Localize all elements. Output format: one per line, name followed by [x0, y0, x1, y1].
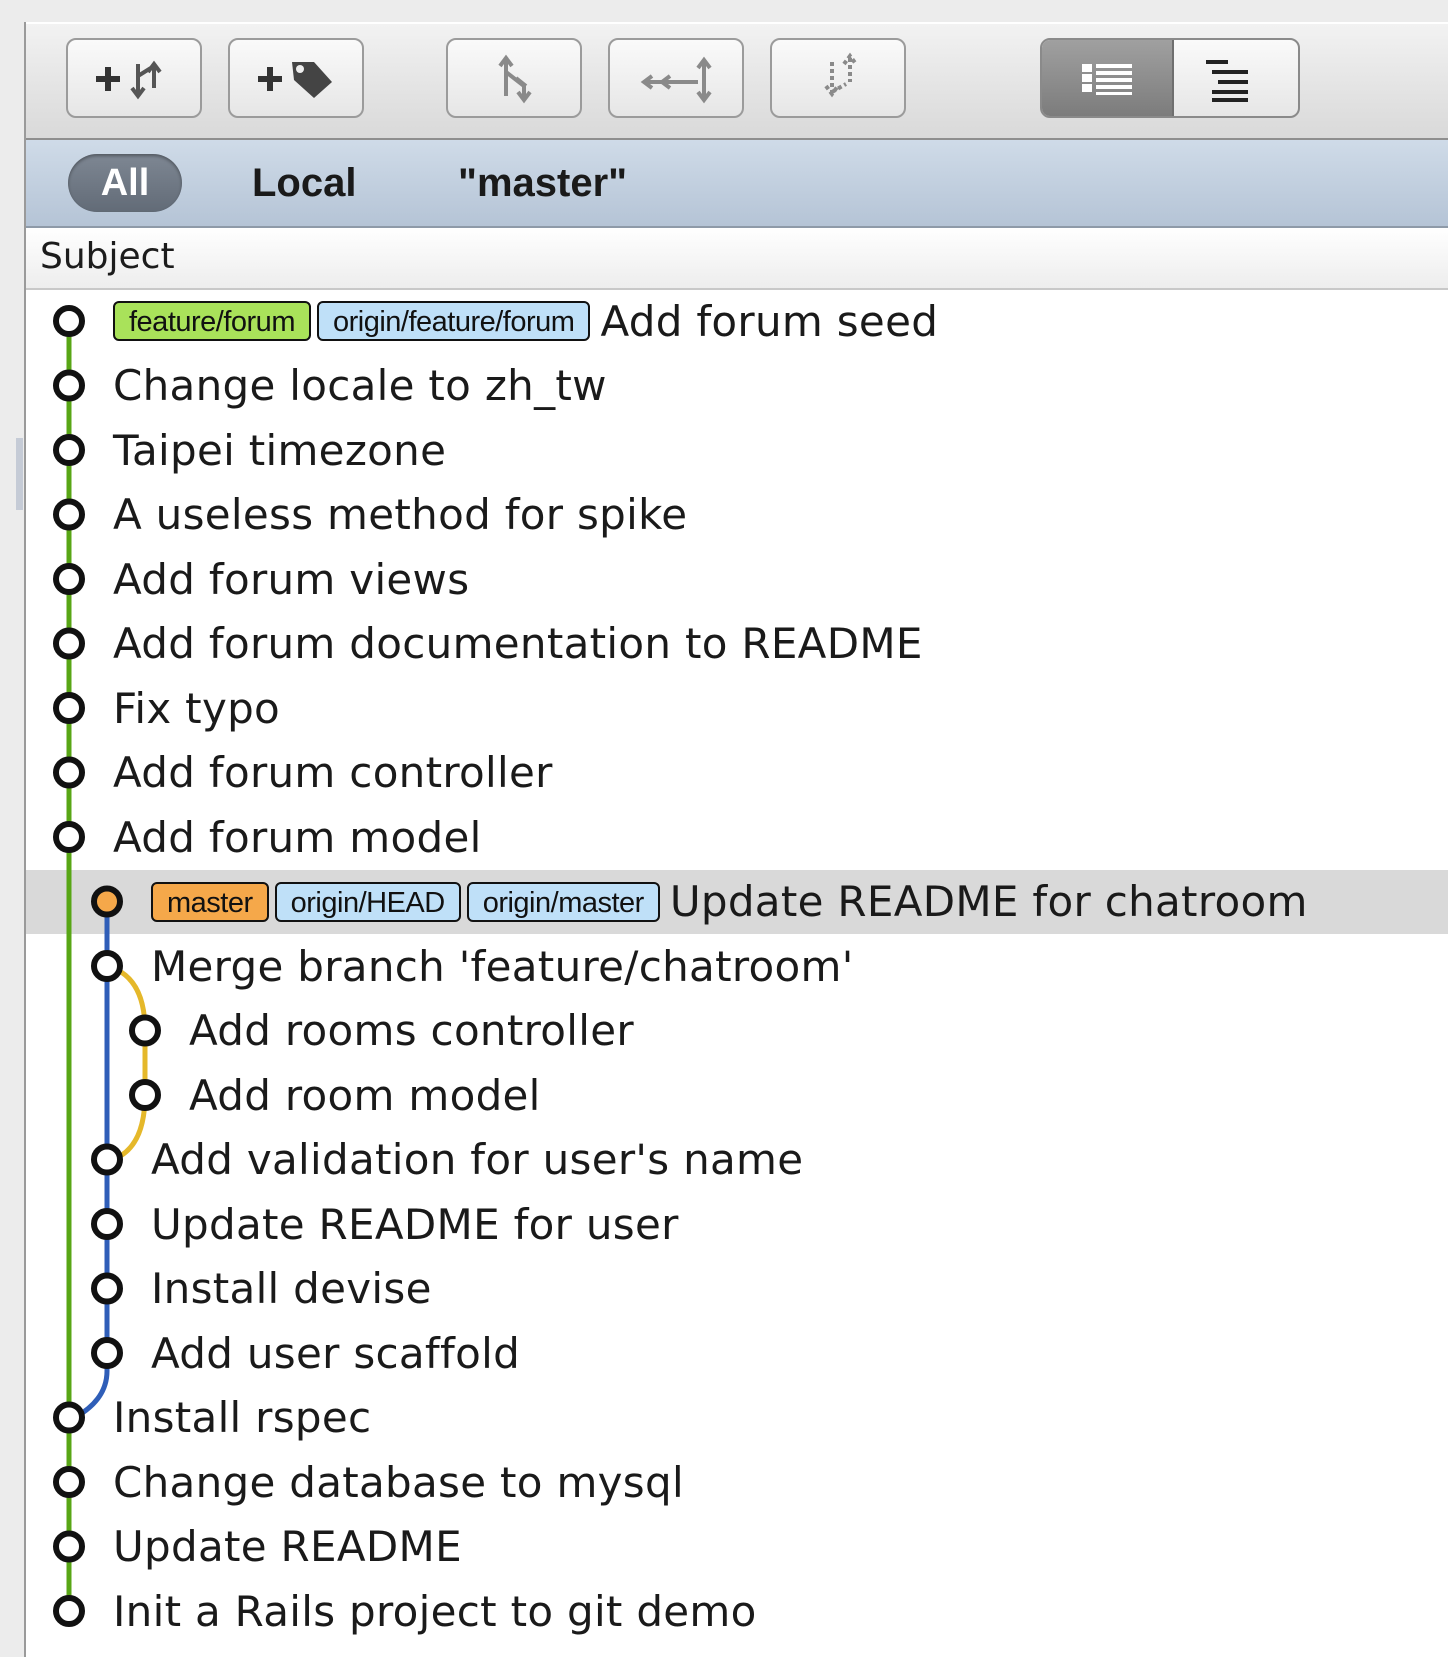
commit-node	[53, 821, 85, 853]
commit-node	[53, 434, 85, 466]
commit-node	[91, 1143, 123, 1176]
lane-merge	[106, 963, 148, 1162]
commit-node	[53, 369, 85, 402]
commit-node	[53, 627, 85, 660]
commit-node	[53, 1401, 85, 1434]
commit-node	[91, 885, 123, 918]
commit-node	[129, 1079, 161, 1111]
commit-graph	[53, 305, 161, 1627]
commit-node	[53, 756, 85, 789]
commit-node	[53, 1466, 85, 1498]
commit-node	[53, 1595, 85, 1627]
commit-node	[53, 692, 85, 724]
commit-node	[129, 1014, 161, 1047]
commit-node	[53, 563, 85, 595]
commit-node	[91, 1272, 123, 1305]
commit-node	[53, 305, 85, 337]
commit-node	[91, 950, 123, 982]
commit-node	[91, 1208, 123, 1240]
commit-node	[53, 498, 85, 531]
commit-node	[91, 1337, 123, 1369]
commit-node	[53, 1530, 85, 1563]
